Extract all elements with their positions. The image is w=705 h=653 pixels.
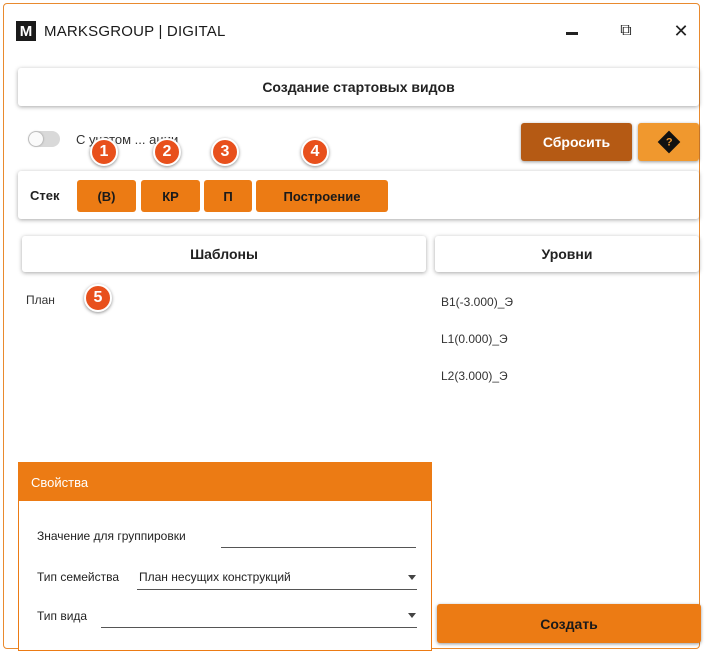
close-icon: ✕ (673, 20, 689, 41)
badge-4: 4 (301, 138, 329, 166)
stack-button-kr[interactable]: КР (141, 180, 200, 212)
chevron-down-icon[interactable] (408, 575, 416, 580)
family-type-label: Тип семейства (37, 570, 120, 584)
badge-1: 1 (90, 138, 118, 166)
stack-button-v[interactable]: (В) (77, 180, 136, 212)
app-logo-letter: M (19, 22, 33, 40)
chevron-down-icon[interactable] (408, 613, 416, 618)
properties-header: Свойства (19, 463, 431, 501)
help-diamond-icon: ? (657, 130, 680, 154)
app-title: MARKSGROUP | DIGITAL (44, 23, 226, 40)
stack-label: Стек (30, 188, 60, 203)
templates-header[interactable]: Шаблоны (22, 236, 426, 272)
family-type-value: План несущих конструкций (139, 570, 291, 584)
app-window: M MARKSGROUP | DIGITAL ⧉ ✕ Создание стар… (3, 3, 701, 651)
properties-header-label: Свойства (31, 474, 89, 490)
stack-bar: Стек (В) КР П Построение (18, 171, 699, 219)
templates-header-label: Шаблоны (190, 246, 258, 262)
minimize-button[interactable] (557, 18, 587, 44)
levels-header[interactable]: Уровни (435, 236, 699, 272)
stack-button-build[interactable]: Построение (256, 180, 388, 212)
level-item-l1[interactable]: L1(0.000)_Э (441, 332, 508, 346)
restore-button[interactable]: ⧉ (611, 18, 641, 44)
minimize-icon (566, 31, 578, 35)
create-button[interactable]: Создать (437, 604, 701, 643)
view-type-label: Тип вида (37, 609, 88, 623)
template-item-plan[interactable]: План (26, 293, 55, 307)
help-glyph: ? (665, 135, 672, 148)
grouping-value-label: Значение для группировки (37, 529, 186, 543)
levels-header-label: Уровни (541, 246, 593, 262)
badge-3: 3 (211, 138, 239, 166)
restore-icon: ⧉ (620, 22, 632, 39)
grouping-value-input[interactable] (221, 547, 416, 548)
page-title-bar: Создание стартовых видов (18, 68, 699, 106)
level-item-b1[interactable]: B1(-3.000)_Э (441, 295, 513, 309)
consider-toggle[interactable] (28, 131, 60, 147)
reset-button[interactable]: Сбросить (521, 123, 632, 161)
help-button[interactable]: ? (638, 123, 699, 161)
close-button[interactable]: ✕ (666, 18, 696, 44)
app-logo-icon: M (16, 21, 36, 41)
view-type-select[interactable] (101, 627, 417, 628)
stack-button-p[interactable]: П (204, 180, 252, 212)
toggle-knob (29, 132, 43, 146)
badge-2: 2 (153, 138, 181, 166)
family-type-select[interactable] (137, 589, 417, 590)
page-title: Создание стартовых видов (262, 79, 455, 95)
title-bar: M MARKSGROUP | DIGITAL ⧉ ✕ (4, 4, 699, 50)
properties-panel: Свойства Значение для группировки Тип се… (18, 462, 432, 651)
badge-5: 5 (84, 284, 112, 312)
level-item-l2[interactable]: L2(3.000)_Э (441, 369, 508, 383)
